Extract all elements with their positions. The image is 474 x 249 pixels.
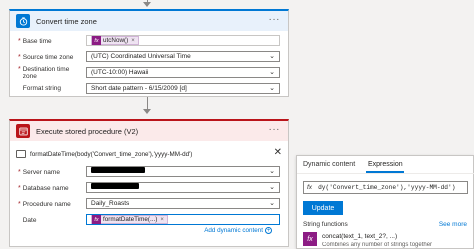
function-icon: fx <box>92 215 101 224</box>
card-title: Convert time zone <box>36 16 97 26</box>
token-label: formatDateTime(...) <box>103 216 158 223</box>
procedure-name-select[interactable]: Daily_Roasts ⌄ <box>86 198 280 209</box>
remove-token-icon[interactable]: × <box>160 217 164 223</box>
function-icon: fx <box>307 184 313 191</box>
function-list-item[interactable]: fx concat(text_1, text_2?, ...) Combines… <box>303 232 468 249</box>
function-icon: fx <box>92 36 101 45</box>
server-name-row: * Server name <box>18 167 81 178</box>
update-button[interactable]: Update <box>303 201 343 215</box>
tab-expression[interactable]: Expression <box>368 161 403 168</box>
date-row: * Date <box>18 215 81 226</box>
more-options-icon[interactable]: ··· <box>269 14 281 25</box>
server-name-select[interactable]: ⌄ <box>86 166 280 177</box>
comment-icon <box>16 150 26 158</box>
date-label: Date <box>22 217 37 224</box>
database-name-label: Database name <box>22 185 69 192</box>
destination-time-zone-row: * Destination time zone <box>18 66 81 82</box>
chevron-down-icon[interactable]: ⌄ <box>269 52 275 60</box>
update-button-label: Update <box>311 204 335 212</box>
destination-time-zone-label: Destination time zone <box>22 66 70 80</box>
redacted-value <box>91 166 145 173</box>
database-name-row: * Database name <box>18 183 81 194</box>
source-time-zone-select[interactable]: (UTC) Coordinated Universal Time ⌄ <box>86 51 280 62</box>
panel-tabs: Dynamic content Expression <box>297 156 474 174</box>
expression-preview-text: formatDateTime(body('Convert_time_zone')… <box>30 150 193 158</box>
base-time-field[interactable]: fx utcNow() × <box>86 35 280 46</box>
arrow-down-icon <box>143 2 151 7</box>
function-name: concat(text_1, text_2?, ...) <box>322 233 398 240</box>
expression-panel[interactable]: Dynamic content Expression fx dy('Conver… <box>296 155 474 249</box>
chevron-down-icon[interactable]: ⌄ <box>269 183 275 191</box>
required-marker: * <box>18 38 21 45</box>
clock-icon <box>16 14 30 28</box>
procedure-name-row: * Procedure name <box>18 199 81 210</box>
chevron-down-icon[interactable]: ⌄ <box>269 84 275 92</box>
source-time-zone-value: (UTC) Coordinated Universal Time <box>91 53 191 60</box>
source-time-zone-row: * Source time zone <box>18 52 81 63</box>
see-more-link[interactable]: See more <box>439 221 467 228</box>
required-marker: * <box>18 185 21 192</box>
source-time-zone-label: Source time zone <box>22 54 74 61</box>
required-marker: * <box>18 201 21 208</box>
format-string-select[interactable]: Short date pattern - 6/15/2009 [d] ⌄ <box>86 83 280 94</box>
expression-input[interactable]: fx dy('Convert_time_zone'),'yyyy-MM-dd') <box>303 181 468 194</box>
base-time-row: * Base time <box>18 36 81 47</box>
chevron-down-icon[interactable]: ⌄ <box>269 199 275 207</box>
procedure-name-value: Daily_Roasts <box>91 200 130 207</box>
card-header[interactable]: Convert time zone ··· <box>10 11 288 31</box>
required-marker: * <box>18 169 21 176</box>
plus-icon: + <box>265 227 272 234</box>
required-marker: * <box>18 54 21 61</box>
add-dynamic-content-label: Add dynamic content <box>204 227 263 234</box>
function-details: concat(text_1, text_2?, ...) Combines an… <box>322 232 468 249</box>
expression-token[interactable]: fx utcNow() × <box>91 36 139 45</box>
chevron-down-icon[interactable]: ⌄ <box>269 68 275 76</box>
remove-token-icon[interactable]: × <box>131 38 135 44</box>
active-tab-indicator <box>366 171 404 173</box>
close-icon[interactable]: ✕ <box>274 147 282 158</box>
convert-time-zone-card[interactable]: Convert time zone ··· * Base time fx utc… <box>9 9 289 97</box>
database-icon <box>16 124 30 138</box>
expression-text: dy('Convert_time_zone'),'yyyy-MM-dd') <box>318 184 456 191</box>
redacted-value <box>91 183 139 189</box>
date-field[interactable]: fx formatDateTime(...) × <box>86 214 280 225</box>
procedure-name-label: Procedure name <box>22 201 71 208</box>
base-time-label: Base time <box>22 38 52 45</box>
execute-stored-procedure-card[interactable]: Execute stored procedure (V2) ··· format… <box>9 119 289 247</box>
expression-preview-bar[interactable]: formatDateTime(body('Convert_time_zone')… <box>16 147 284 161</box>
token-label: utcNow() <box>103 37 129 44</box>
string-functions-label: String functions <box>303 221 348 228</box>
format-string-label: Format string <box>22 85 62 92</box>
add-dynamic-content-link[interactable]: Add dynamic content + <box>204 227 272 234</box>
function-icon: fx <box>303 232 317 246</box>
required-marker: * <box>18 66 21 73</box>
expression-token[interactable]: fx formatDateTime(...) × <box>91 215 168 224</box>
function-description: Combines any number of strings together <box>322 242 433 248</box>
chevron-down-icon[interactable]: ⌄ <box>269 167 275 175</box>
tab-dynamic-content[interactable]: Dynamic content <box>303 161 355 168</box>
format-string-value: Short date pattern - 6/15/2009 [d] <box>91 85 187 92</box>
destination-time-zone-select[interactable]: (UTC-10:00) Hawaii ⌄ <box>86 67 280 78</box>
destination-time-zone-value: (UTC-10:00) Hawaii <box>91 69 149 76</box>
format-string-row: * Format string <box>18 83 81 94</box>
database-name-select[interactable]: ⌄ <box>86 182 280 193</box>
card-header[interactable]: Execute stored procedure (V2) ··· <box>10 121 288 141</box>
card-title: Execute stored procedure (V2) <box>36 126 139 136</box>
more-options-icon[interactable]: ··· <box>269 124 281 135</box>
arrow-down-icon <box>143 109 151 114</box>
server-name-label: Server name <box>22 169 60 176</box>
